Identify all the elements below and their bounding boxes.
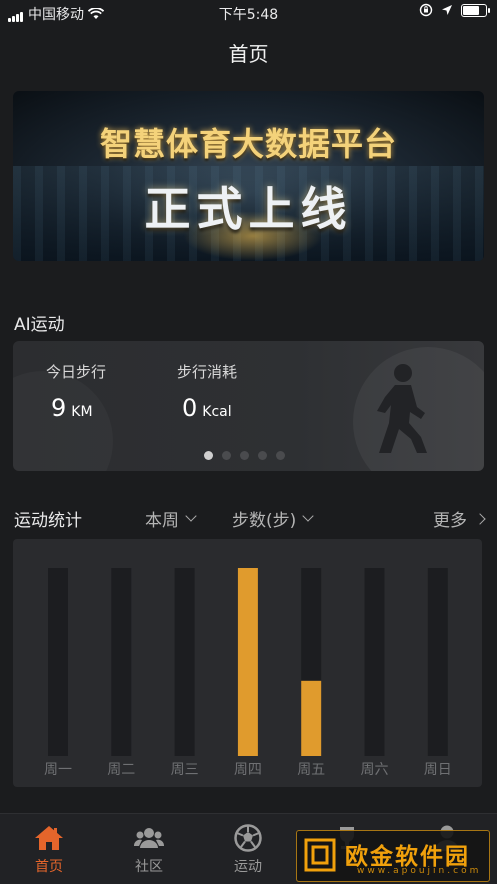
tab-sport[interactable]: 运动 <box>213 824 283 876</box>
carousel-dot[interactable] <box>276 451 285 460</box>
bar-chart-svg: 周一 周二 周三 周四 周五 周六 周日 <box>44 568 452 778</box>
chevron-right-icon <box>474 512 486 525</box>
ai-section-title: AI运动 <box>14 315 65 335</box>
x-tick-label: 周五 <box>297 762 325 778</box>
metric-dropdown[interactable]: 步数(步) <box>232 506 314 531</box>
steps-stat: 今日步行 9 KM <box>46 361 106 422</box>
weekly-steps-chart: 周一 周二 周三 周四 周五 周六 周日 <box>13 539 482 787</box>
community-icon <box>134 828 164 848</box>
calories-label: 步行消耗 <box>177 363 238 381</box>
bar-track <box>364 568 385 756</box>
x-tick-label: 周六 <box>361 762 389 778</box>
watermark-url: www.apoujin.com <box>357 866 482 876</box>
banner-subheadline: 正式上线 <box>144 182 353 236</box>
tab-home[interactable]: 首页 <box>14 824 84 876</box>
metric-value: 步数(步) <box>232 511 297 531</box>
chevron-down-icon <box>185 510 197 522</box>
status-bar: 中国移动 下午5:48 <box>0 0 497 26</box>
walking-person-icon <box>377 364 427 453</box>
banner-headline: 智慧体育大数据平台 <box>99 125 397 163</box>
bar-track <box>174 568 195 756</box>
ai-stats-card[interactable]: 今日步行 9 KM 步行消耗 0 Kcal <box>13 341 484 471</box>
calories-unit: Kcal <box>202 404 232 420</box>
tab-sport-label: 运动 <box>234 859 262 875</box>
carousel-dot[interactable] <box>240 451 249 460</box>
steps-label: 今日步行 <box>46 363 107 381</box>
location-icon <box>442 5 452 15</box>
period-value: 本周 <box>145 511 179 531</box>
bar-track <box>111 568 132 756</box>
carousel-dot[interactable] <box>204 451 213 460</box>
calories-stat: 步行消耗 0 Kcal <box>177 361 237 422</box>
x-tick-label: 周四 <box>234 762 262 778</box>
more-link[interactable]: 更多 <box>433 506 486 531</box>
more-label: 更多 <box>433 511 467 531</box>
carousel-dot[interactable] <box>222 451 231 460</box>
carousel-indicator[interactable] <box>204 451 285 460</box>
bar[interactable] <box>301 680 322 756</box>
orientation-lock-icon <box>419 3 433 17</box>
soccer-ball-icon <box>234 824 262 852</box>
home-icon <box>35 826 63 850</box>
tab-home-label: 首页 <box>35 859 63 875</box>
calories-value: 0 <box>182 394 198 422</box>
bar-track <box>48 568 68 756</box>
watermark-logo-icon <box>304 838 336 872</box>
steps-unit: KM <box>71 404 93 420</box>
promo-banner[interactable]: 智慧体育大数据平台 正式上线 <box>13 91 484 261</box>
x-tick-label: 周三 <box>171 762 199 778</box>
tab-community[interactable]: 社区 <box>114 824 184 876</box>
x-tick-label: 周日 <box>424 762 452 778</box>
stats-section-title: 运动统计 <box>14 511 82 531</box>
bar-track <box>427 568 448 756</box>
x-tick-label: 周一 <box>44 762 72 778</box>
battery-icon <box>461 3 490 17</box>
bar[interactable] <box>237 568 258 756</box>
steps-value: 9 <box>51 394 67 422</box>
chevron-down-icon <box>302 510 314 522</box>
carousel-dot[interactable] <box>258 451 267 460</box>
stats-header: 运动统计 本周 步数(步) 更多 <box>14 506 486 532</box>
tab-community-label: 社区 <box>135 859 163 875</box>
page-title: 首页 <box>228 42 269 66</box>
site-watermark: 欧金软件园 www.apoujin.com <box>296 830 490 882</box>
x-tick-label: 周二 <box>107 762 135 778</box>
period-dropdown[interactable]: 本周 <box>145 506 197 531</box>
